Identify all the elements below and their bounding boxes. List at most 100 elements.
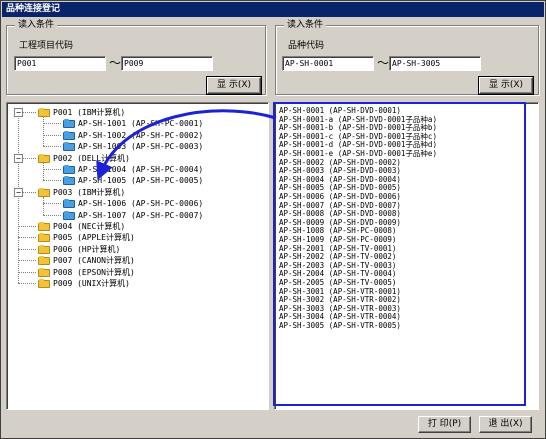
project-code: P008 [53, 267, 73, 277]
project-code: P002 [53, 153, 73, 163]
folder-icon [63, 119, 75, 129]
project-name: (UNIX计算机) [77, 279, 130, 288]
project-name: (APPLE计算机) [77, 233, 135, 243]
exit-button[interactable]: 退 出(X) [479, 416, 532, 433]
project-code: P005 [53, 233, 73, 243]
project-code-to-input[interactable]: P009 [121, 56, 213, 71]
tree-connector [18, 271, 36, 273]
project-code-label: 工程项目代码 [19, 41, 74, 51]
tree-node-project[interactable]: P006 (HP计算机) [53, 244, 120, 255]
folder-icon [38, 256, 50, 266]
group-title: 读入条件 [15, 19, 58, 31]
tree-node-project[interactable]: P005 (APPLE计算机) [53, 232, 135, 243]
tree-node-product[interactable]: AP-SH-1006 (AP-SH-PC-0006) [78, 198, 203, 209]
project-name: (NEC计算机) [77, 222, 126, 231]
folder-icon [63, 130, 75, 140]
project-name: (EPSON计算机) [77, 267, 135, 277]
tree-expander-icon[interactable]: − [14, 187, 23, 197]
tree-node-project[interactable]: P004 (NEC计算机) [53, 221, 125, 232]
tree-connector [43, 146, 61, 148]
project-name: (DELL计算机) [77, 153, 130, 163]
tree-node-project[interactable]: P007 (CANON计算机) [53, 255, 135, 266]
folder-icon [38, 267, 50, 277]
tree-connector [43, 196, 44, 215]
range-separator: ～ [109, 56, 122, 70]
folder-icon [38, 187, 50, 197]
tree-node-project[interactable]: P003 (IBM计算机) [53, 187, 125, 198]
project-code: P007 [53, 256, 73, 266]
tree-expander-icon[interactable]: − [14, 108, 23, 117]
project-code: P009 [53, 279, 73, 288]
folder-icon [38, 153, 50, 163]
product-code-label: 品种代码 [288, 41, 325, 51]
product-ref: (AP-SH-PC-0003) [131, 142, 204, 152]
tree-node-product[interactable]: AP-SH-1005 (AP-SH-PC-0005) [78, 175, 203, 186]
product-ref: (AP-SH-PC-0006) [131, 199, 204, 209]
tree-connector [43, 203, 61, 205]
tree-expander-icon[interactable]: − [14, 153, 23, 163]
product-code: AP-SH-1007 [78, 210, 127, 220]
tree-connector [18, 112, 19, 283]
tree-connector [18, 283, 36, 284]
main-window: 品种连接登记 读入条件 工程项目代码 P001 ～ P009 显 示(X) 读入… [0, 0, 546, 439]
project-tree[interactable]: − P001 (IBM计算机) AP-SH-1001 (AP-SH-PC-0001)… [6, 102, 269, 410]
project-code: P003 [53, 187, 73, 197]
show-button[interactable]: 显 示(X) [206, 76, 262, 95]
project-code-filter-group: 读入条件 工程项目代码 P001 ～ P009 显 示(X) [6, 19, 266, 95]
tree-node-product[interactable]: AP-SH-1001 (AP-SH-PC-0001) [78, 118, 203, 129]
list-item[interactable]: AP-SH-3005 (AP-SH-VTR-0005) [279, 321, 401, 331]
folder-icon [63, 199, 75, 209]
product-ref: (AP-SH-PC-0002) [131, 130, 204, 140]
product-list[interactable]: AP-SH-0001 (AP-SH-DVD-0001) AP-SH-0001-a … [274, 102, 539, 410]
tree-node-project[interactable]: P001 (IBM计算机) [53, 107, 125, 118]
folder-icon [38, 279, 50, 288]
folder-icon [38, 222, 50, 231]
tree-connector [43, 123, 61, 125]
tree-connector [43, 214, 61, 216]
tree-node-product[interactable]: AP-SH-1007 (AP-SH-PC-0007) [78, 210, 203, 221]
product-ref: (AP-SH-PC-0004) [131, 165, 204, 174]
folder-icon [38, 244, 50, 254]
product-ref: (AP-SH-PC-0005) [131, 176, 204, 186]
tree-connector [43, 134, 61, 136]
product-code-to-input[interactable]: AP-SH-3005 [389, 56, 481, 71]
tree-connector [18, 260, 36, 262]
tree-node-project[interactable]: P008 (EPSON计算机) [53, 267, 135, 278]
folder-icon [38, 233, 50, 243]
product-code: AP-SH-1002 [78, 130, 127, 140]
product-ref: (AP-SH-PC-0007) [131, 210, 204, 220]
project-code: P004 [53, 222, 73, 231]
print-button[interactable]: 打 印(P) [418, 416, 471, 433]
project-name: (IBM计算机) [77, 187, 126, 197]
tree-connector [43, 162, 44, 181]
tree-node-product[interactable]: AP-SH-1002 (AP-SH-PC-0002) [78, 130, 203, 141]
product-ref: (AP-SH-PC-0001) [131, 119, 204, 129]
tree-node-product[interactable]: AP-SH-1003 (AP-SH-PC-0003) [78, 141, 203, 152]
product-code-filter-group: 读入条件 品种代码 AP-SH-0001 ～ AP-SH-3005 显 示(X) [275, 19, 539, 95]
tree-connector [43, 180, 61, 182]
range-separator: ～ [377, 56, 390, 70]
window-title: 品种连接登记 [2, 2, 544, 17]
folder-icon [63, 165, 75, 174]
show-button[interactable]: 显 示(X) [478, 76, 534, 95]
tree-connector [18, 248, 36, 250]
project-name: (CANON计算机) [77, 256, 135, 266]
tree-connector [18, 237, 36, 239]
project-name: (HP计算机) [77, 244, 121, 254]
product-code-from-input[interactable]: AP-SH-0001 [282, 56, 374, 71]
tree-node-product[interactable]: AP-SH-1004 (AP-SH-PC-0004) [78, 164, 203, 175]
tree-node-project[interactable]: P009 (UNIX计算机) [53, 278, 130, 289]
project-code-from-input[interactable]: P001 [14, 56, 106, 71]
project-name: (IBM计算机) [77, 108, 126, 117]
project-code: P001 [53, 108, 73, 117]
folder-icon [38, 108, 50, 117]
folder-icon [63, 210, 75, 220]
tree-connector [43, 117, 44, 147]
product-code: AP-SH-1001 [78, 119, 127, 129]
folder-icon [63, 176, 75, 186]
project-code: P006 [53, 244, 73, 254]
group-title: 读入条件 [284, 19, 327, 31]
product-code: AP-SH-1006 [78, 199, 127, 209]
tree-connector [18, 226, 36, 227]
tree-node-project[interactable]: P002 (DELL计算机) [53, 153, 130, 164]
